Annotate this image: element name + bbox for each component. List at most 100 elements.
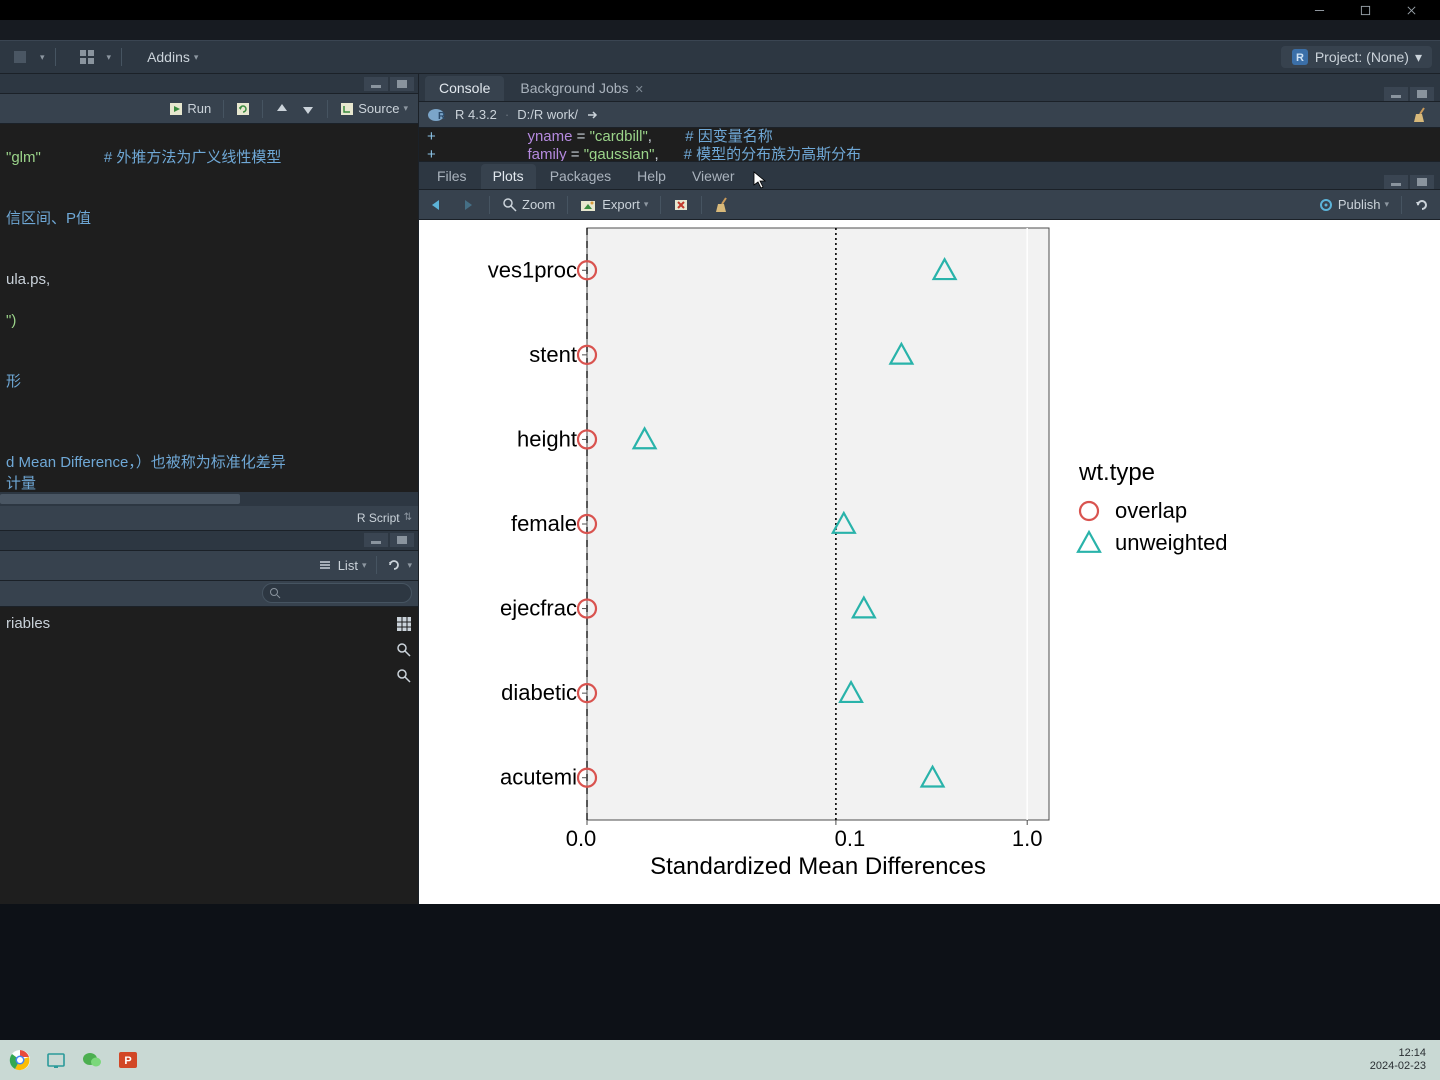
source-type-label[interactable]: R Script [357, 511, 400, 525]
main-toolbar: ▾ ▾ Addins ▾ R Project: (None) ▾ [0, 40, 1440, 74]
chevron-down-icon: ▾ [107, 52, 112, 63]
tab-console[interactable]: Console [425, 76, 504, 101]
source-editor[interactable]: "glm" # 外推方法为广义线性模型 信区间、P值 ula.ps, ") 形 … [0, 124, 418, 506]
goto-wd-icon[interactable] [586, 109, 600, 121]
zoom-button[interactable]: Zoom [498, 195, 559, 215]
clear-console-icon[interactable] [1412, 106, 1430, 124]
arrow-up-icon [275, 102, 289, 116]
code-text: ula.ps, [6, 271, 50, 288]
up-arrow-button[interactable] [271, 100, 293, 118]
tab-viewer[interactable]: Viewer [680, 164, 747, 189]
svg-text:stent: stent [529, 342, 577, 367]
pane-minimize-button[interactable] [364, 533, 388, 547]
svg-text:R: R [1296, 52, 1304, 64]
tab-background-jobs[interactable]: Background Jobs ✕ [506, 76, 657, 101]
zoom-label: Zoom [522, 197, 555, 212]
svg-text:P: P [124, 1055, 131, 1067]
chevron-down-icon: ▾ [1415, 49, 1422, 66]
pane-minimize-button[interactable] [364, 77, 388, 91]
down-arrow-button[interactable] [297, 100, 319, 118]
working-dir-label[interactable]: D:/R work/ [517, 107, 578, 122]
run-icon [169, 102, 183, 116]
export-icon [580, 198, 598, 212]
tab-help[interactable]: Help [625, 164, 678, 189]
env-row[interactable] [6, 663, 412, 689]
toolbar-button-1[interactable] [8, 45, 32, 69]
clear-all-button[interactable] [710, 194, 736, 216]
console-output[interactable]: + yname = "cardbill", # 因变量名称 + family =… [419, 128, 1440, 162]
chevron-down-icon: ▾ [194, 52, 199, 63]
grid-icon[interactable] [396, 616, 412, 632]
rproject-icon: R [1291, 48, 1309, 66]
env-view-menu[interactable]: List ▾ [338, 558, 367, 573]
close-icon[interactable]: ✕ [635, 84, 644, 96]
remove-plot-button[interactable] [669, 196, 693, 214]
tab-packages[interactable]: Packages [538, 164, 623, 189]
svg-text:unweighted: unweighted [1115, 530, 1228, 555]
editor-scrollbar[interactable] [0, 492, 418, 506]
pane-maximize-button[interactable] [1410, 175, 1434, 189]
publish-button[interactable]: Publish ▾ [1314, 195, 1393, 215]
taskbar-chrome-icon[interactable] [6, 1046, 34, 1074]
source-button[interactable]: Source ▾ [336, 99, 412, 118]
r-logo-icon: R [427, 107, 447, 123]
tab-label: Packages [550, 168, 611, 184]
refresh-icon [1414, 197, 1430, 213]
pane-maximize-button[interactable] [1410, 87, 1434, 101]
system-tray[interactable]: 12:14 2024-02-23 [1370, 1047, 1434, 1073]
addins-menu[interactable]: Addins ▾ [141, 47, 204, 67]
plot-prev-button[interactable] [425, 196, 451, 214]
env-row[interactable]: riables [6, 611, 412, 637]
source-label: Source [358, 101, 399, 116]
env-toolbar: List ▾ ▾ [0, 551, 418, 581]
tab-label: Background Jobs [520, 80, 628, 96]
code-comment: 形 [6, 373, 21, 390]
tab-plots[interactable]: Plots [481, 164, 536, 189]
arrow-down-icon [301, 102, 315, 116]
search-icon[interactable] [396, 642, 412, 658]
env-row[interactable] [6, 637, 412, 663]
updown-icon: ⇅ [404, 512, 412, 523]
refresh-plot-button[interactable] [1410, 195, 1434, 215]
chevron-down-icon: ▾ [40, 52, 45, 63]
chevron-down-icon: ▾ [362, 560, 367, 571]
plot-area: ves1procstentheightfemaleejecfracdiabeti… [419, 220, 1440, 904]
svg-text:wt.type: wt.type [1078, 459, 1155, 486]
refresh-icon[interactable] [387, 558, 401, 572]
taskbar-powerpoint-icon[interactable]: P [114, 1046, 142, 1074]
run-button[interactable]: Run [165, 99, 215, 118]
pane-minimize-button[interactable] [1384, 175, 1408, 189]
pane-maximize-button[interactable] [390, 533, 414, 547]
r-version-label: R 4.3.2 [455, 107, 497, 122]
addins-label: Addins [147, 49, 190, 65]
publish-label: Publish [1338, 197, 1381, 212]
export-button[interactable]: Export ▾ [576, 195, 652, 214]
cursor-icon [753, 171, 767, 189]
env-search-input[interactable] [262, 583, 412, 603]
toolbar-grid-button[interactable] [75, 45, 99, 69]
taskbar-wechat-icon[interactable] [78, 1046, 106, 1074]
project-menu[interactable]: R Project: (None) ▾ [1281, 46, 1432, 68]
pane-maximize-button[interactable] [390, 77, 414, 91]
console-tabs: Console Background Jobs ✕ [419, 74, 1440, 102]
svg-text:R: R [438, 111, 446, 122]
window-close-button[interactable] [1388, 0, 1434, 20]
env-view-label: List [338, 558, 358, 573]
search-icon[interactable] [396, 668, 412, 684]
plot-next-button[interactable] [455, 196, 481, 214]
svg-text:height: height [517, 426, 577, 451]
window-maximize-button[interactable] [1342, 0, 1388, 20]
svg-text:acutemi: acutemi [500, 765, 577, 790]
tab-files[interactable]: Files [425, 164, 479, 189]
rerun-button[interactable] [232, 100, 254, 118]
windows-taskbar: P 12:14 2024-02-23 [0, 1040, 1440, 1080]
tab-label: Viewer [692, 168, 735, 184]
code-text: ") [6, 312, 16, 329]
window-minimize-button[interactable] [1296, 0, 1342, 20]
svg-text:female: female [511, 511, 577, 536]
svg-text:0.0: 0.0 [566, 826, 597, 851]
chevron-down-icon: ▾ [644, 199, 649, 210]
svg-text:ejecfrac: ejecfrac [500, 596, 577, 621]
pane-minimize-button[interactable] [1384, 87, 1408, 101]
taskbar-app-icon[interactable] [42, 1046, 70, 1074]
